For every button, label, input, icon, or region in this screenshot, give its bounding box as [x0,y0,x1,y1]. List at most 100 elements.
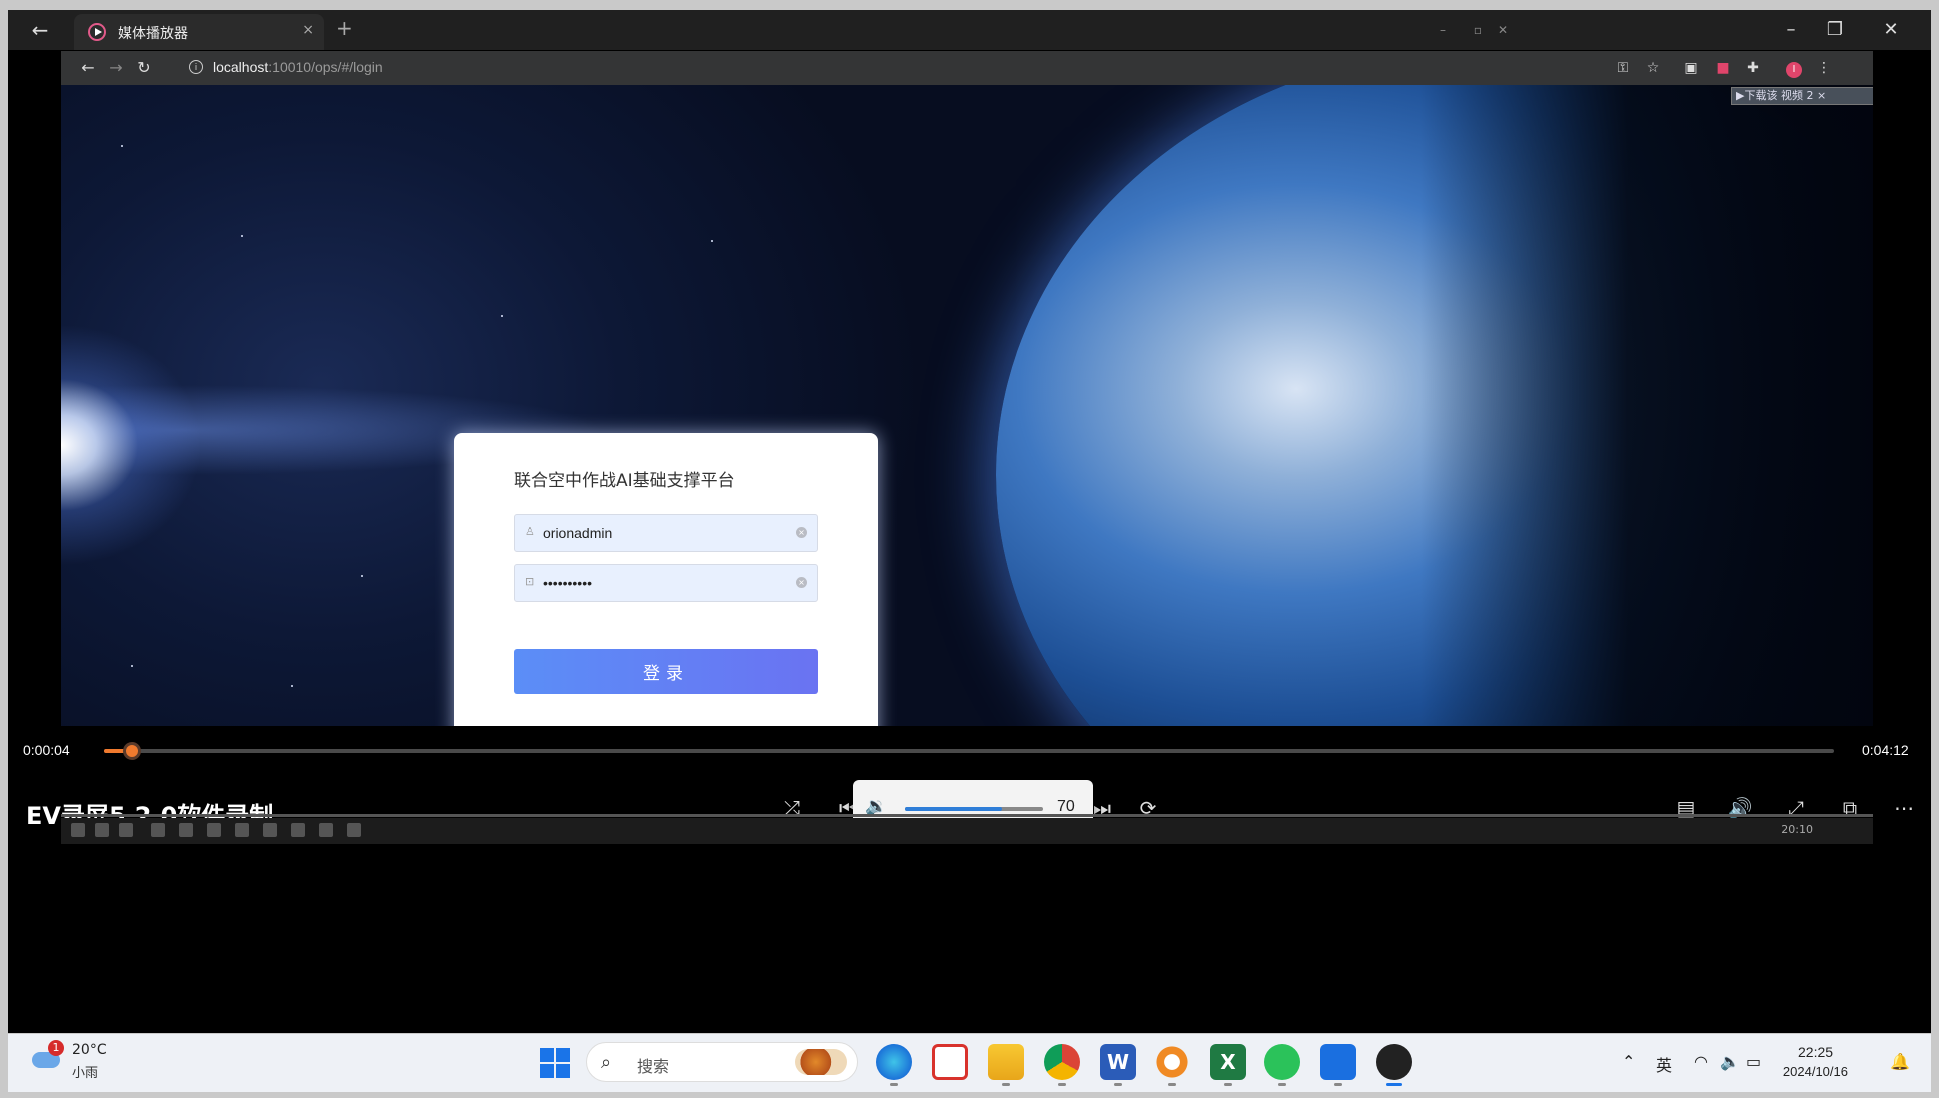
close-icon[interactable]: ✕ [1876,18,1906,42]
weather-description[interactable]: 小雨 [72,1062,98,1081]
star [121,145,123,147]
weather-temperature[interactable]: 20°C [72,1042,107,1058]
current-time: 0:00:04 [23,742,70,758]
edge-icon[interactable] [876,1044,912,1086]
recorded-clock: 20:10 [1781,823,1813,836]
total-time: 0:04:12 [1862,742,1909,758]
windows-start-icon[interactable] [540,1048,570,1078]
weather-badge: 1 [48,1040,64,1056]
star [711,240,713,242]
back-arrow-icon[interactable]: ← [28,18,52,42]
browser-toolbar: ← → ↻ i localhost:10010/ops/#/login ⚿ ☆ … [61,51,1873,85]
feishu-icon[interactable] [1320,1044,1356,1086]
running-indicator [1334,1083,1342,1086]
profile-avatar[interactable]: I [1783,57,1805,79]
search-placeholder: 搜索 [637,1057,670,1076]
excel-icon[interactable]: X [1210,1044,1246,1086]
word-icon[interactable]: W [1100,1044,1136,1086]
lock-icon: ⊡ [525,575,535,588]
profile-initial: I [1786,62,1802,78]
player-controls: 0:00:04 0:04:12 EV录屏5.2.0软件录制 ⤮ ⏮ ⏭ ⟳ 🔉 … [8,726,1931,1006]
recorded-app-icon [319,823,333,837]
volume-slider[interactable] [905,807,1043,811]
login-button[interactable]: 登录 [514,649,818,694]
running-indicator [1224,1083,1232,1086]
active-indicator [1386,1083,1402,1086]
star [131,665,133,667]
password-input[interactable] [543,565,783,601]
speaker-tray-icon[interactable]: 🔈 [1720,1052,1740,1071]
browser-menu-icon[interactable]: ⋮ [1813,57,1835,79]
recorded-app-icon [179,823,193,837]
taskbar-search-box[interactable]: ⌕ 搜索 [586,1042,858,1082]
username-field[interactable]: ♙ × [514,514,818,552]
tray-overflow-icon[interactable]: ⌃ [1622,1052,1635,1071]
extensions-puzzle-icon[interactable]: ✚ [1742,57,1764,79]
extension-badge-icon[interactable]: ▣ [1680,57,1702,79]
url-path: :10010/ops/#/login [268,59,383,75]
tab-close-icon[interactable]: × [302,22,314,38]
new-tab-icon[interactable]: + [336,16,353,40]
windows-taskbar: 1 20°C 小雨 ⌕ 搜索 W X ⌃ 英 ◠ 🔈 ▭ 22:25 2024/… [8,1034,1931,1092]
taskbar-clock-time[interactable]: 22:25 [1798,1044,1833,1060]
inner-close-icon[interactable]: ✕ [1488,18,1518,42]
recorded-start-icon [71,823,85,837]
notification-bell-icon[interactable]: 🔔 [1890,1052,1910,1071]
seal-app-icon[interactable] [932,1044,968,1080]
password-field[interactable]: ⊡ × [514,564,818,602]
recorded-app-icon [207,823,221,837]
bookmark-star-icon[interactable]: ☆ [1642,57,1664,79]
recorded-taskbar: 20:10 [61,818,1873,844]
browser-back-icon[interactable]: ← [77,57,99,79]
start-pane [556,1064,570,1078]
player-tab[interactable]: 媒体播放器 × [74,14,324,50]
recorded-app-icon [235,823,249,837]
wechat-icon[interactable] [1264,1044,1300,1086]
media-player-taskbar-icon[interactable] [1376,1044,1412,1086]
password-key-icon[interactable]: ⚿ [1612,57,1634,79]
search-highlight-image [795,1049,847,1075]
player-tab-title: 媒体播放器 [118,26,188,42]
url-text[interactable]: localhost:10010/ops/#/login [213,59,383,75]
reload-icon[interactable]: ↻ [133,57,155,79]
earth-shadow [1421,85,1873,726]
media-player-window: ← 媒体播放器 × + – ▫ ✕ – ❐ ✕ ← → ↻ i localhos… [8,10,1931,1033]
file-explorer-icon[interactable] [988,1044,1024,1086]
star [501,315,503,317]
ime-indicator[interactable]: 英 [1656,1052,1672,1076]
recorded-screen-divider [61,814,1873,817]
player-title-bar: ← 媒体播放器 × + – ▫ ✕ – ❐ ✕ [8,10,1931,50]
restore-icon[interactable]: ❐ [1820,18,1850,42]
recorded-app-icon [347,823,361,837]
login-card: 联合空中作战AI基础支撑平台 ♙ × ⊡ × 登录 [454,433,878,726]
search-tool-icon[interactable] [1154,1044,1190,1086]
seek-thumb[interactable] [122,742,141,760]
user-icon: ♙ [525,525,535,538]
browser-forward-icon[interactable]: → [105,57,127,79]
video-download-bar[interactable]: ▶下载该 视频 2 × [1731,87,1873,105]
running-indicator [1058,1083,1066,1086]
running-indicator [1114,1083,1122,1086]
clear-username-icon[interactable]: × [796,527,807,538]
minimize-icon[interactable]: – [1776,18,1806,42]
more-options-icon[interactable]: ⋯ [1890,794,1918,822]
start-pane [540,1064,554,1078]
star [241,235,243,237]
recorded-app-icon [151,823,165,837]
login-page-background: ▶下载该 视频 2 × 联合空中作战AI基础支撑平台 ♙ × ⊡ × 登录 [61,85,1873,726]
translate-extension-icon[interactable]: ■ [1712,57,1734,79]
recorded-app-icon [263,823,277,837]
clear-password-icon[interactable]: × [796,577,807,588]
running-indicator [1278,1083,1286,1086]
volume-slider-fill [905,807,1002,811]
chrome-icon[interactable] [1044,1044,1080,1086]
taskbar-clock-date[interactable]: 2024/10/16 [1760,1064,1848,1079]
wifi-icon[interactable]: ◠ [1694,1052,1708,1071]
address-bar[interactable]: i localhost:10010/ops/#/login [183,55,1643,81]
site-info-icon[interactable]: i [189,60,203,74]
seek-bar[interactable] [104,742,1834,760]
battery-icon[interactable]: ▭ [1746,1052,1761,1071]
url-host: localhost [213,59,269,75]
username-input[interactable] [543,515,783,551]
inner-minimize-icon[interactable]: – [1428,18,1458,42]
